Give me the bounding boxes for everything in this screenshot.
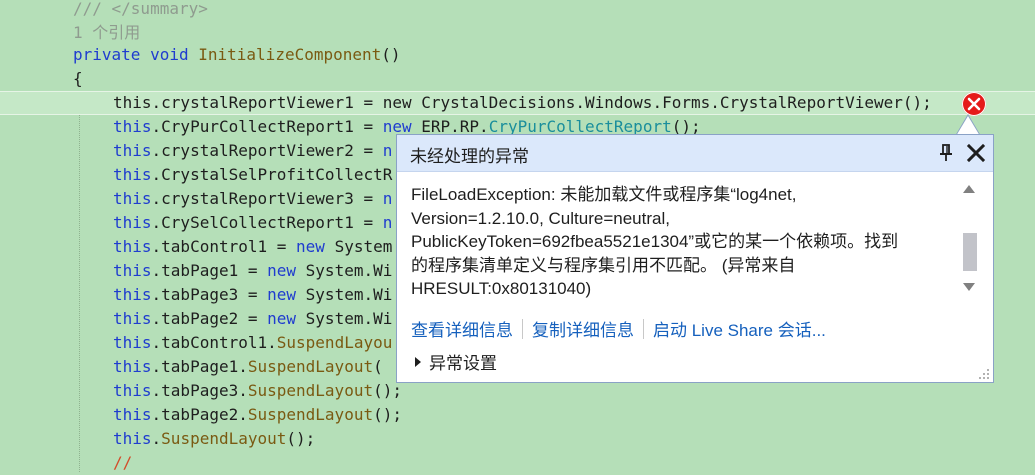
code-token: SuspendLayou bbox=[276, 333, 393, 352]
popup-title: 未经处理的异常 bbox=[410, 147, 529, 166]
code-token: System bbox=[324, 237, 393, 256]
code-token: /// </summary> bbox=[73, 0, 208, 18]
code-line[interactable]: private void InitializeComponent() bbox=[0, 43, 1035, 67]
code-token: this bbox=[113, 333, 152, 352]
expand-arrow-icon bbox=[415, 356, 421, 367]
code-token: 1 个引用 bbox=[73, 23, 141, 42]
code-line[interactable]: this.tabPage2.SuspendLayout(); bbox=[0, 403, 1035, 427]
exception-settings-toggle[interactable]: 异常设置 bbox=[415, 349, 497, 374]
code-token: this bbox=[113, 285, 152, 304]
link-divider bbox=[643, 318, 644, 339]
code-line[interactable]: { bbox=[0, 67, 1035, 91]
start-live-share-link[interactable]: 启动 Live Share 会话... bbox=[653, 316, 826, 341]
exception-settings-label: 异常设置 bbox=[429, 354, 497, 373]
code-token: this bbox=[113, 357, 152, 376]
code-token: System.Wi bbox=[296, 309, 393, 328]
code-token: .CrystalSelProfitCollectR bbox=[151, 165, 393, 184]
code-token: SuspendLayout bbox=[247, 405, 374, 424]
action-links: 查看详细信息 复制详细信息 启动 Live Share 会话... bbox=[411, 316, 826, 341]
code-token: (); bbox=[373, 405, 402, 424]
code-token: .crystalReportViewer3 = bbox=[151, 189, 383, 208]
code-token: .tabPage1. bbox=[151, 357, 248, 376]
message-line: HRESULT:0x80131040) bbox=[411, 279, 592, 298]
code-token: new bbox=[296, 237, 325, 256]
code-token: SuspendLayout bbox=[247, 381, 374, 400]
scroll-thumb[interactable] bbox=[963, 233, 977, 271]
error-glyph-icon[interactable] bbox=[962, 92, 986, 116]
link-divider bbox=[522, 318, 523, 339]
view-details-link[interactable]: 查看详细信息 bbox=[411, 316, 513, 341]
code-token: InitializeComponent bbox=[198, 45, 382, 64]
code-token: .tabPage3 = bbox=[151, 285, 268, 304]
code-token: this bbox=[113, 309, 152, 328]
message-line: 的程序集清单定义与程序集引用不匹配。 (异常来自 bbox=[411, 255, 796, 275]
code-token: this bbox=[113, 117, 152, 136]
code-token: this bbox=[113, 189, 152, 208]
code-token: { bbox=[73, 69, 83, 88]
current-code-line[interactable]: this.crystalReportViewer1 = new CrystalD… bbox=[0, 91, 1035, 115]
code-token: .CrySelCollectReport1 = bbox=[151, 213, 383, 232]
scroll-up-arrow-icon[interactable] bbox=[963, 185, 975, 193]
code-token: .tabControl1 = bbox=[151, 237, 297, 256]
code-token: .tabPage2. bbox=[151, 405, 248, 424]
code-token: this bbox=[113, 261, 152, 280]
pin-icon[interactable] bbox=[937, 143, 955, 163]
code-token: n bbox=[382, 141, 393, 160]
code-token: (); bbox=[373, 381, 402, 400]
message-line: Version=1.2.10.0, Culture=neutral, bbox=[411, 208, 670, 228]
code-token: new bbox=[267, 261, 297, 280]
code-token: ( bbox=[373, 357, 383, 376]
code-line[interactable]: /// </summary> bbox=[0, 0, 1035, 21]
close-icon[interactable] bbox=[965, 142, 987, 164]
message-line: PublicKeyToken=692fbea5521e1304”或它的某一个依赖… bbox=[411, 232, 899, 251]
code-line[interactable]: 1 个引用 bbox=[0, 21, 1035, 45]
message-scrollbar[interactable] bbox=[959, 183, 981, 297]
code-token: .crystalReportViewer2 = bbox=[151, 141, 383, 160]
code-token: this.crystalReportViewer1 = new CrystalD… bbox=[113, 93, 932, 112]
code-token: .CryPurCollectReport1 = bbox=[151, 117, 383, 136]
code-line[interactable]: this.SuspendLayout(); bbox=[0, 427, 1035, 451]
code-token: n bbox=[382, 189, 393, 208]
code-token: .tabControl1. bbox=[151, 333, 277, 352]
code-token: new bbox=[267, 309, 297, 328]
code-token: .tabPage3. bbox=[151, 381, 248, 400]
message-line: FileLoadException: 未能加载文件或程序集“log4net, bbox=[411, 185, 797, 204]
code-token: this bbox=[113, 165, 152, 184]
code-token: // bbox=[113, 453, 133, 472]
code-token: () bbox=[381, 45, 401, 64]
code-token: System.Wi bbox=[296, 285, 393, 304]
code-line[interactable]: // bbox=[0, 451, 1035, 475]
popup-pointer bbox=[956, 116, 980, 136]
copy-details-link[interactable]: 复制详细信息 bbox=[532, 316, 634, 341]
resize-grip-icon[interactable] bbox=[978, 367, 990, 379]
exception-helper-popup: 未经处理的异常 FileLoadException: 未能加载文件或程序集“lo… bbox=[396, 134, 994, 383]
code-token: SuspendLayout bbox=[161, 429, 287, 448]
scroll-down-arrow-icon[interactable] bbox=[963, 283, 975, 291]
code-token: new bbox=[267, 285, 297, 304]
code-token: void bbox=[150, 45, 189, 64]
code-token: this bbox=[113, 213, 152, 232]
popup-header: 未经处理的异常 bbox=[397, 135, 993, 172]
code-token: this bbox=[113, 141, 152, 160]
code-token: n bbox=[382, 213, 393, 232]
code-token: (); bbox=[286, 429, 316, 448]
code-token: this bbox=[113, 429, 152, 448]
code-token: .tabPage2 = bbox=[151, 309, 268, 328]
code-token: System.Wi bbox=[296, 261, 393, 280]
code-token: this bbox=[113, 237, 152, 256]
code-token: this bbox=[113, 381, 152, 400]
code-token: this bbox=[113, 405, 152, 424]
code-token: .tabPage1 = bbox=[151, 261, 268, 280]
code-token: . bbox=[151, 429, 162, 448]
exception-message: FileLoadException: 未能加载文件或程序集“log4net, V… bbox=[411, 183, 951, 301]
code-token: SuspendLayout bbox=[247, 357, 374, 376]
code-token: private bbox=[73, 45, 141, 64]
